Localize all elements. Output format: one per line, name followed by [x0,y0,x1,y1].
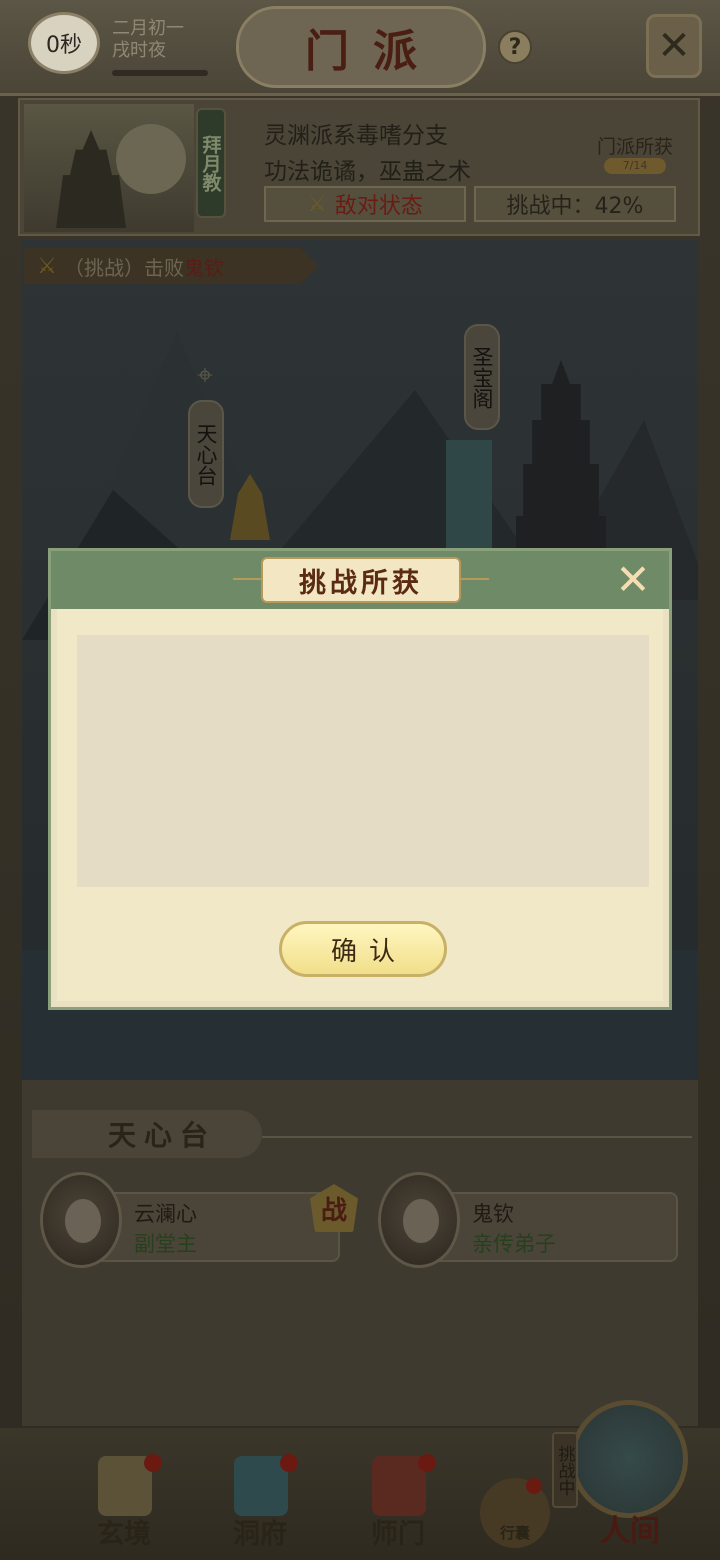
member-role: 副堂主 [134,1232,197,1256]
sect-screen: 0秒 二月初一 戌时夜 门派 ? ✕ 拜月教 灵渊派系毒嗜分支 功法诡谲，巫蛊之… [0,0,720,1560]
avatar [40,1172,122,1268]
dialog-header: 挑战所获 ✕ [51,551,669,609]
confirm-button[interactable]: 确认 [279,921,447,977]
title-ornament [461,578,489,580]
title-ornament [233,578,261,580]
dialog-title: 挑战所获 [261,557,461,603]
dialog-body: 确认 [57,609,663,1001]
crossed-swords-close-icon[interactable]: ✕ [611,555,655,604]
member-name: 鬼钦 [472,1202,514,1226]
challenge-reward-dialog: 挑战所获 ✕ 确认 [48,548,672,1010]
avatar [378,1172,460,1268]
member-role: 亲传弟子 [472,1232,556,1256]
reward-list-area [77,635,649,887]
member-name: 云澜心 [134,1202,197,1226]
